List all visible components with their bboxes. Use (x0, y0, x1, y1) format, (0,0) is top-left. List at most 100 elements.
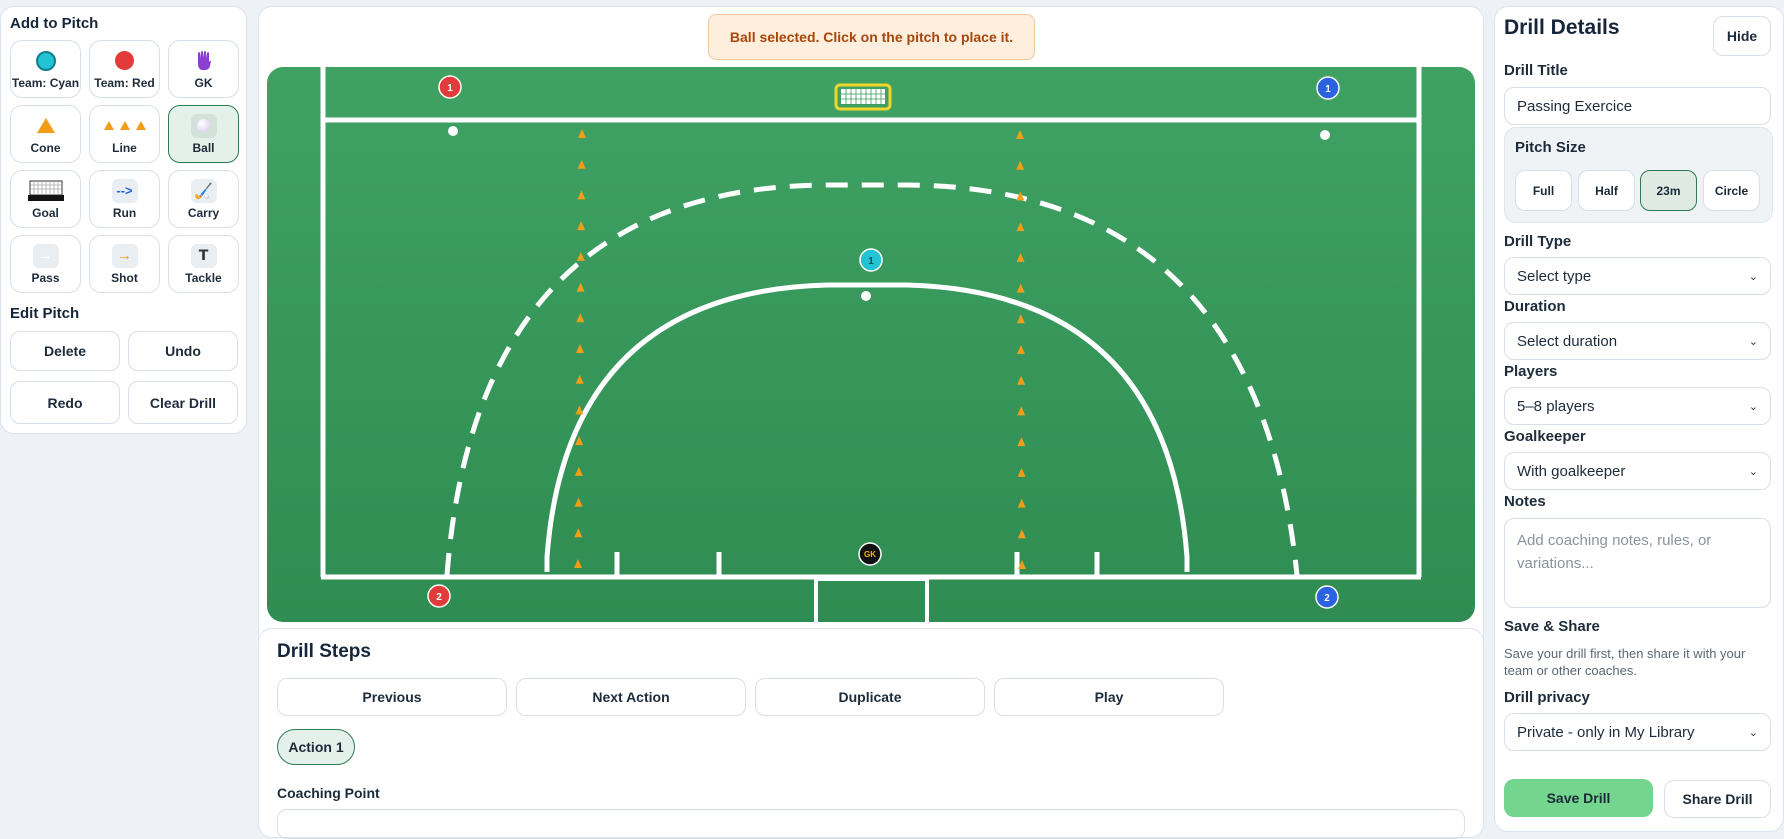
tool-cone[interactable]: Cone (10, 105, 81, 163)
player-blue-1[interactable]: 1 (1316, 76, 1340, 100)
player-red-1[interactable]: 1 (438, 75, 462, 99)
tool-run[interactable]: --> Run (89, 170, 160, 228)
coaching-point-label: Coaching Point (277, 785, 380, 801)
drill-details-panel: Drill Details Hide Drill Title Passing E… (1494, 6, 1784, 832)
goalkeeper-token[interactable]: GK (858, 542, 882, 566)
pitch-size-half[interactable]: Half (1578, 170, 1635, 211)
tool-ball[interactable]: Ball (168, 105, 239, 163)
drill-details-title: Drill Details (1504, 16, 1620, 39)
player-cyan-1[interactable]: 1 (859, 248, 883, 272)
goalkeeper-value: With goalkeeper (1517, 462, 1626, 480)
cyan-player-icon (35, 50, 56, 71)
save-share-label: Save & Share (1504, 618, 1600, 635)
share-drill-button[interactable]: Share Drill (1664, 780, 1771, 818)
drill-privacy-select[interactable]: Private - only in My Library ⌄ (1504, 713, 1771, 751)
drill-type-value: Select type (1517, 267, 1592, 285)
players-select[interactable]: 5–8 players ⌄ (1504, 387, 1771, 425)
tool-label: Goal (32, 205, 59, 220)
tool-label: Carry (187, 205, 220, 220)
tackle-icon: T (190, 243, 217, 268)
drill-steps-panel: Drill Steps Previous Next Action Duplica… (258, 628, 1484, 839)
duplicate-button[interactable]: Duplicate (755, 678, 985, 716)
tool-label: GK (194, 75, 213, 90)
undo-button[interactable]: Undo (128, 331, 238, 371)
clear-drill-button[interactable]: Clear Drill (128, 381, 238, 424)
add-to-pitch-title: Add to Pitch (10, 15, 99, 32)
drill-title-input[interactable]: Passing Exercice (1504, 87, 1771, 125)
chevron-down-icon: ⌄ (1748, 400, 1758, 413)
tool-label: Cone (30, 140, 61, 155)
play-button[interactable]: Play (994, 678, 1224, 716)
tool-team-cyan[interactable]: Team: Cyan (10, 40, 81, 98)
player-number: 1 (868, 256, 874, 267)
tool-label: Ball (192, 140, 215, 155)
drill-steps-title: Drill Steps (277, 641, 371, 662)
drill-type-select[interactable]: Select type ⌄ (1504, 257, 1771, 295)
pitch-size-full[interactable]: Full (1515, 170, 1572, 211)
player-red-2[interactable]: 2 (427, 584, 451, 608)
tool-pass[interactable]: → Pass (10, 235, 81, 293)
tool-label: Pass (31, 270, 60, 285)
tool-carry[interactable]: 🏑 Carry (168, 170, 239, 228)
pitch-size-circle[interactable]: Circle (1703, 170, 1760, 211)
edit-pitch-title: Edit Pitch (10, 305, 80, 322)
chevron-down-icon: ⌄ (1748, 335, 1758, 348)
next-action-button[interactable]: Next Action (516, 678, 746, 716)
carry-stick-icon: 🏑 (190, 178, 217, 203)
delete-button[interactable]: Delete (10, 331, 120, 371)
tool-team-red[interactable]: Team: Red (89, 40, 160, 98)
cone-icon (36, 118, 55, 133)
drill-title-label: Drill Title (1504, 62, 1568, 79)
ball-icon (190, 113, 217, 138)
player-number: GK (864, 550, 876, 559)
notes-textarea[interactable]: Add coaching notes, rules, or variations… (1504, 518, 1771, 608)
tool-tackle[interactable]: T Tackle (168, 235, 239, 293)
pitch-size-label: Pitch Size (1515, 139, 1586, 156)
player-blue-2[interactable]: 2 (1315, 585, 1339, 609)
notes-label: Notes (1504, 493, 1546, 510)
chevron-down-icon: ⌄ (1748, 270, 1758, 283)
tool-label: Line (112, 140, 137, 155)
drill-privacy-label: Drill privacy (1504, 689, 1590, 706)
drill-privacy-value: Private - only in My Library (1517, 723, 1695, 741)
shot-arrow-icon: → (111, 243, 138, 268)
tool-label: Team: Cyan (11, 75, 80, 90)
coaching-point-input[interactable] (277, 809, 1465, 839)
red-player-icon (115, 51, 134, 70)
hide-button[interactable]: Hide (1713, 16, 1771, 56)
action-chip[interactable]: Action 1 (277, 729, 355, 765)
tool-goal[interactable]: Goal (10, 170, 81, 228)
duration-select[interactable]: Select duration ⌄ (1504, 322, 1771, 360)
save-share-help: Save your drill first, then share it wit… (1504, 646, 1746, 678)
player-number: 1 (447, 83, 453, 94)
player-number: 2 (436, 592, 442, 603)
tool-label: Tackle (185, 270, 222, 285)
chevron-down-icon: ⌄ (1748, 726, 1758, 739)
player-number: 2 (1324, 593, 1330, 604)
player-number: 1 (1325, 84, 1331, 95)
tool-panel: Add to Pitch Team: Cyan Team: Red GK Con… (0, 6, 247, 434)
run-arrow-icon: --> (111, 178, 138, 203)
players-label: Players (1504, 363, 1558, 380)
chevron-down-icon: ⌄ (1748, 465, 1758, 478)
goalkeeper-glove-icon (197, 50, 211, 70)
pitch-canvas[interactable]: 1 1 2 2 1 GK (267, 67, 1475, 622)
goalkeeper-select[interactable]: With goalkeeper ⌄ (1504, 452, 1771, 490)
redo-button[interactable]: Redo (10, 381, 120, 424)
cone-line-icon (101, 114, 149, 138)
pass-arrow-icon: → (32, 243, 59, 268)
tool-line[interactable]: Line (89, 105, 160, 163)
pitch-size-23m[interactable]: 23m (1640, 170, 1697, 211)
players-value: 5–8 players (1517, 397, 1595, 415)
tool-label: Run (112, 205, 137, 220)
save-drill-button[interactable]: Save Drill (1504, 779, 1653, 817)
tool-label: Shot (111, 270, 138, 285)
tool-shot[interactable]: → Shot (89, 235, 160, 293)
previous-button[interactable]: Previous (277, 678, 507, 716)
drill-type-label: Drill Type (1504, 233, 1572, 250)
duration-label: Duration (1504, 298, 1566, 315)
goal-icon (27, 180, 64, 201)
drill-title-value: Passing Exercice (1517, 97, 1633, 115)
tool-gk[interactable]: GK (168, 40, 239, 98)
status-toast: Ball selected. Click on the pitch to pla… (708, 14, 1035, 60)
